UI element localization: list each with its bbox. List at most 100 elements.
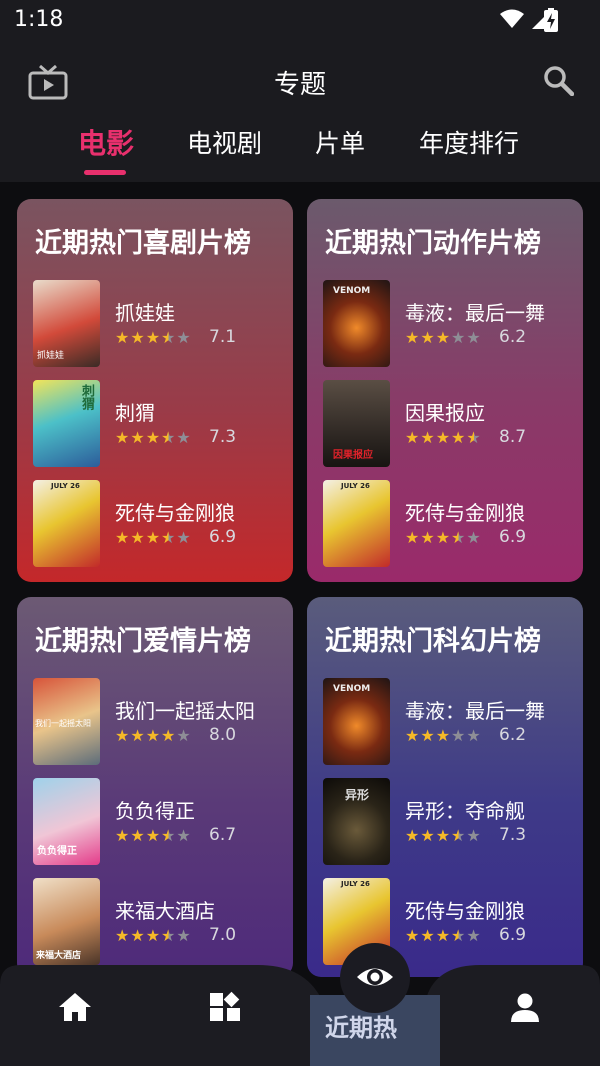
movie-title: 死侍与金刚狼	[405, 899, 525, 923]
card-title: 近期热门科幻片榜	[325, 626, 541, 657]
star-full-icon: ★	[145, 328, 162, 347]
poster-text: 我们一起摇太阳	[35, 719, 91, 728]
poster-text: 异形	[345, 788, 370, 802]
tab-tv[interactable]: 电视剧	[187, 124, 262, 160]
star-empty-icon: ★	[176, 328, 192, 347]
movie-item[interactable]: VENOM 毒液：最后一舞 ★★★★★ 6.2	[323, 678, 573, 766]
star-empty-icon: ★	[466, 926, 482, 945]
movie-title: 死侍与金刚狼	[405, 501, 525, 525]
ranking-card-scifi[interactable]: 近期热门科幻片榜 VENOM 毒液：最后一舞 ★★★★★ 6.2 异形 异形：夺…	[307, 597, 583, 977]
movie-score: 7.3	[499, 825, 527, 845]
movie-poster: 因果报应	[323, 380, 390, 467]
star-full-icon: ★	[130, 826, 146, 845]
star-full-icon: ★	[161, 726, 177, 745]
tab-movie[interactable]: 电影	[78, 122, 134, 162]
movie-poster: VENOM	[323, 280, 390, 367]
movie-item[interactable]: JULY 26 死侍与金刚狼 ★★★★★ 6.9	[33, 480, 283, 568]
star-rating: ★★★★★	[405, 528, 482, 547]
poster-text: 来福大酒店	[36, 951, 82, 961]
star-rating: ★★★★★	[405, 328, 482, 347]
star-rating: ★★★★★	[405, 926, 482, 945]
movie-score: 7.1	[209, 327, 237, 347]
movie-item[interactable]: 刺猬 刺猬 ★★★★★ 7.3	[33, 380, 283, 468]
star-full-icon: ★	[145, 528, 162, 547]
star-full-icon: ★	[420, 528, 436, 547]
star-rating: ★★★★★	[405, 726, 482, 745]
star-full-icon: ★	[435, 926, 452, 945]
poster-text: 因果报应	[333, 450, 373, 461]
category-tabs: 电影 电视剧 片单 年度排行	[0, 122, 600, 175]
ranking-card-romance[interactable]: 近期热门爱情片榜 我们一起摇太阳 我们一起摇太阳 ★★★★★ 8.0 负负得正 …	[17, 597, 293, 977]
movie-item[interactable]: VENOM 毒液：最后一舞 ★★★★★ 6.2	[323, 280, 573, 368]
poster-text: 刺猬	[79, 384, 94, 410]
star-empty-icon: ★	[451, 726, 467, 745]
star-full-icon: ★	[115, 328, 131, 347]
page-title: 专题	[273, 70, 326, 100]
star-full-icon: ★	[435, 528, 452, 547]
movie-score: 6.7	[209, 825, 237, 845]
poster-text: JULY 26	[51, 482, 80, 490]
star-empty-icon: ★	[176, 926, 192, 945]
movie-score: 8.7	[499, 427, 527, 447]
star-full-icon: ★	[405, 328, 421, 347]
star-full-icon: ★	[420, 328, 436, 347]
star-empty-icon: ★	[176, 428, 192, 447]
star-full-icon: ★	[130, 328, 146, 347]
star-rating: ★★★★★	[405, 826, 482, 845]
movie-title: 抓娃娃	[115, 301, 175, 325]
movie-title: 因果报应	[405, 401, 485, 425]
search-icon[interactable]	[542, 64, 574, 96]
star-empty-icon: ★	[466, 528, 482, 547]
movie-item[interactable]: 因果报应 因果报应 ★★★★★ 8.7	[323, 380, 573, 468]
movie-item[interactable]: 负负得正 负负得正 ★★★★★ 6.7	[33, 778, 283, 866]
movie-title: 刺猬	[115, 401, 155, 425]
star-full-icon: ★	[451, 428, 467, 447]
movie-item[interactable]: 来福大酒店 来福大酒店 ★★★★★ 7.0	[33, 878, 283, 966]
star-empty-icon: ★	[466, 328, 482, 347]
ranking-card-comedy[interactable]: 近期热门喜剧片榜 抓娃娃 抓娃娃 ★★★★★ 7.1 刺猬 刺猬 ★★★★★ 7…	[17, 199, 293, 582]
movie-item[interactable]: 我们一起摇太阳 我们一起摇太阳 ★★★★★ 8.0	[33, 678, 283, 766]
star-rating: ★★★★★	[115, 726, 192, 745]
tab-list[interactable]: 片单	[315, 124, 365, 160]
bottom-nav: 近期热	[0, 965, 600, 1066]
movie-title: 毒液：最后一舞	[405, 699, 545, 723]
star-half-icon: ★	[451, 826, 467, 845]
card-title: 近期热门爱情片榜	[35, 626, 251, 657]
movie-item[interactable]: JULY 26 死侍与金刚狼 ★★★★★ 6.9	[323, 480, 573, 568]
profile-icon[interactable]	[507, 990, 543, 1026]
home-icon[interactable]	[57, 989, 93, 1025]
movie-item[interactable]: 抓娃娃 抓娃娃 ★★★★★ 7.1	[33, 280, 283, 368]
tab-annual-ranking[interactable]: 年度排行	[419, 124, 519, 160]
star-full-icon: ★	[130, 926, 146, 945]
star-full-icon: ★	[145, 826, 162, 845]
poster-text: JULY 26	[341, 880, 370, 888]
movie-score: 6.2	[499, 725, 527, 745]
star-full-icon: ★	[145, 926, 162, 945]
movie-poster: 抓娃娃	[33, 280, 100, 367]
movie-score: 7.0	[209, 925, 237, 945]
star-half-icon: ★	[161, 428, 177, 447]
star-full-icon: ★	[435, 826, 452, 845]
movie-title: 异形：夺命舰	[405, 799, 525, 823]
movie-title: 来福大酒店	[115, 899, 215, 923]
movie-poster: JULY 26	[33, 480, 100, 567]
star-full-icon: ★	[420, 826, 436, 845]
star-half-icon: ★	[161, 328, 177, 347]
star-full-icon: ★	[145, 428, 162, 447]
poster-text: 抓娃娃	[37, 351, 65, 361]
ranking-card-action[interactable]: 近期热门动作片榜 VENOM 毒液：最后一舞 ★★★★★ 6.2 因果报应 因果…	[307, 199, 583, 582]
status-bar: 1:18	[0, 0, 600, 42]
active-tab-indicator	[84, 170, 126, 175]
star-full-icon: ★	[420, 726, 436, 745]
star-full-icon: ★	[115, 428, 131, 447]
app-header: 专题 电影 电视剧 片单 年度排行	[0, 42, 600, 182]
star-full-icon: ★	[405, 926, 421, 945]
discover-button[interactable]	[340, 943, 410, 1013]
star-rating: ★★★★★	[115, 826, 192, 845]
star-full-icon: ★	[130, 726, 146, 745]
movie-title: 我们一起摇太阳	[115, 699, 255, 723]
battery-charging-icon	[544, 8, 558, 32]
star-half-icon: ★	[466, 428, 482, 447]
movie-item[interactable]: 异形 异形：夺命舰 ★★★★★ 7.3	[323, 778, 573, 866]
categories-icon[interactable]	[207, 990, 243, 1026]
